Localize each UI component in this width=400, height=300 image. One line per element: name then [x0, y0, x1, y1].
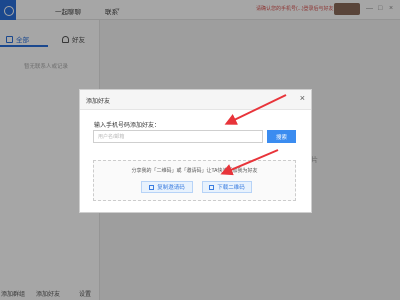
download-qrcode-button[interactable]: 下载二维码	[202, 181, 252, 193]
dialog-header: 添加好友 ×	[80, 90, 311, 110]
dialog-title: 添加好友	[86, 99, 111, 105]
share-box: 分享我的「二维码」或「邀请码」让TA快速添加我为好友 复制邀请码 下载二维码	[93, 160, 296, 201]
copy-icon	[149, 184, 155, 190]
add-friend-dialog: 添加好友 × 输入手机号码添加好友： 搜索 分享我的「二维码」或「邀请码」让TA…	[79, 89, 312, 213]
qrcode-icon	[209, 184, 215, 190]
search-label: 输入手机号码添加好友：	[94, 123, 161, 129]
search-button[interactable]: 搜索	[267, 130, 296, 143]
close-icon[interactable]: ×	[300, 94, 305, 103]
share-text: 分享我的「二维码」或「邀请码」让TA快速添加我为好友	[131, 168, 258, 174]
copy-invite-code-button[interactable]: 复制邀请码	[141, 181, 193, 193]
search-input[interactable]	[93, 130, 263, 143]
copy-invite-code-label: 复制邀请码	[157, 185, 185, 191]
app-window: 一起聊聊 联系 ▾ 请确认您的手机号(...)登录后与好友分享 — □ × 全部…	[0, 0, 400, 300]
download-qrcode-label: 下载二维码	[217, 185, 245, 191]
